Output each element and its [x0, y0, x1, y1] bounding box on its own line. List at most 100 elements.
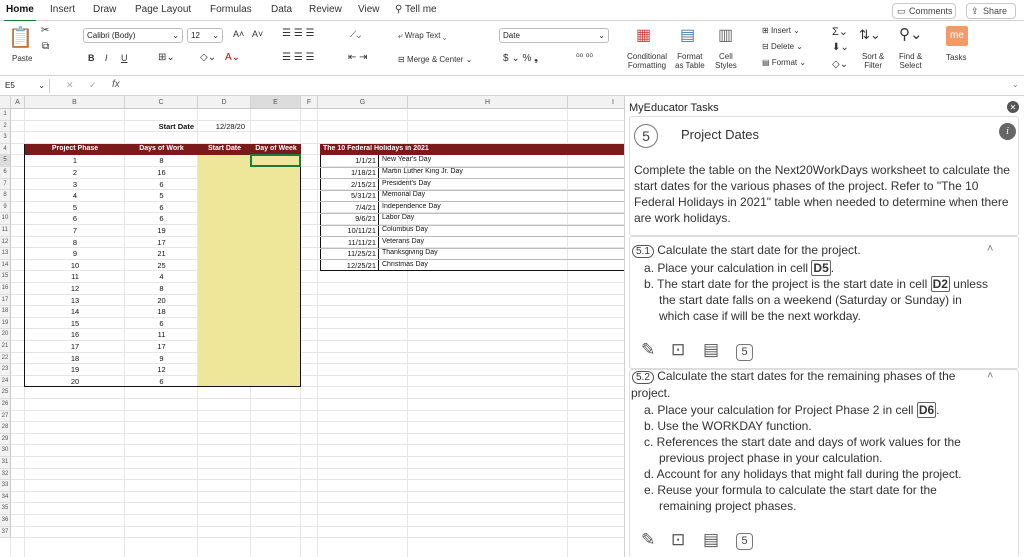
days-of-work[interactable]: 25 — [125, 261, 198, 270]
row-header[interactable]: 17 — [0, 294, 11, 307]
book-icon[interactable]: ▤ — [703, 530, 719, 550]
days-of-work[interactable]: 4 — [125, 272, 198, 281]
day-of-week-cell[interactable] — [251, 295, 301, 307]
start-date-cell[interactable] — [198, 341, 251, 353]
column-header[interactable]: G — [318, 96, 408, 109]
align-top-icon[interactable]: ☰ ☰ ☰ — [282, 28, 314, 39]
tab-review[interactable]: Review — [309, 4, 342, 15]
find-select-icon[interactable]: ⚲⌄ — [899, 25, 923, 43]
holiday-name[interactable]: Martin Luther King Jr. Day — [382, 168, 482, 175]
row-header[interactable]: 9 — [0, 201, 11, 214]
days-of-work[interactable]: 21 — [125, 249, 198, 258]
underline-button[interactable]: U — [121, 53, 128, 63]
holiday-name[interactable]: Columbus Day — [382, 226, 482, 233]
tab-view[interactable]: View — [358, 4, 380, 15]
start-date-cell[interactable] — [198, 364, 251, 376]
days-of-work[interactable]: 6 — [125, 377, 198, 386]
start-date-cell[interactable] — [198, 376, 251, 388]
row-header[interactable]: 25 — [0, 387, 11, 399]
book-icon[interactable]: ▤ — [703, 340, 719, 360]
tab-formulas[interactable]: Formulas — [210, 4, 252, 15]
days-of-work[interactable]: 6 — [125, 203, 198, 212]
start-date-cell[interactable] — [198, 225, 251, 237]
conditional-formatting-icon[interactable]: ▦ — [636, 25, 651, 45]
phase-number[interactable]: 7 — [25, 226, 125, 235]
start-date-cell[interactable] — [198, 329, 251, 341]
start-date-cell[interactable] — [198, 248, 251, 260]
day-of-week-cell[interactable] — [251, 202, 301, 214]
day-of-week-cell[interactable] — [251, 225, 301, 237]
tasks-label[interactable]: Tasks — [946, 53, 966, 62]
autosum-icon[interactable]: Σ⌄ — [832, 25, 848, 38]
phase-number[interactable]: 16 — [25, 330, 125, 339]
phase-number[interactable]: 18 — [25, 354, 125, 363]
day-of-week-cell[interactable] — [251, 353, 301, 365]
clear-icon[interactable]: ◇⌄ — [832, 59, 848, 70]
sort-filter-icon[interactable]: ⇅⌄ — [859, 27, 881, 43]
grow-font-icon[interactable]: A˄ — [233, 29, 244, 39]
days-of-work[interactable]: 12 — [125, 365, 198, 374]
row-header[interactable]: 29 — [0, 433, 11, 446]
row-header[interactable]: 32 — [0, 468, 11, 481]
task-5-1-title[interactable]: 5.1 Calculate the start date for the pro… — [632, 242, 992, 260]
row-header[interactable]: 5 — [0, 155, 11, 167]
day-of-week-cell[interactable] — [251, 260, 301, 272]
phase-number[interactable]: 17 — [25, 342, 125, 351]
borders-icon[interactable]: ⊞⌄ — [158, 52, 175, 63]
camera-icon[interactable]: ⊡ — [671, 340, 685, 360]
chevron-down-icon[interactable]: ⌄ — [1012, 80, 1019, 89]
row-header[interactable]: 24 — [0, 375, 11, 388]
column-header[interactable]: C — [125, 96, 198, 109]
row-header[interactable]: 16 — [0, 283, 11, 295]
start-date-cell[interactable] — [198, 353, 251, 365]
number-format-select[interactable]: Date ⌄ — [499, 28, 609, 43]
copy-icon[interactable]: ⧉ — [42, 41, 49, 52]
row-header[interactable]: 15 — [0, 271, 11, 283]
shrink-font-icon[interactable]: A˅ — [252, 29, 263, 39]
phase-number[interactable]: 2 — [25, 168, 125, 177]
phase-number[interactable]: 11 — [25, 272, 125, 281]
select-all-corner[interactable] — [0, 96, 11, 109]
share-button[interactable]: ⇪ Share — [966, 3, 1016, 19]
day-of-week-cell[interactable] — [251, 364, 301, 376]
cancel-icon[interactable]: ✕ — [66, 80, 74, 91]
column-header[interactable]: B — [25, 96, 125, 109]
day-of-week-cell[interactable] — [251, 190, 301, 202]
row-header[interactable]: 1 — [0, 109, 11, 121]
score-badge[interactable]: 5 — [736, 533, 753, 550]
row-header[interactable]: 19 — [0, 317, 11, 330]
days-of-work[interactable]: 17 — [125, 342, 198, 351]
day-of-week-cell[interactable] — [251, 167, 301, 179]
row-header[interactable]: 10 — [0, 213, 11, 225]
phase-number[interactable]: 19 — [25, 365, 125, 374]
font-color-icon[interactable]: A⌄ — [225, 52, 240, 63]
row-header[interactable]: 8 — [0, 190, 11, 202]
row-header[interactable]: 13 — [0, 248, 11, 260]
name-box[interactable]: E5 ⌄ — [2, 79, 50, 93]
spreadsheet-grid[interactable]: ABCDEFGHIJKL1234567891011121314151617181… — [0, 96, 624, 557]
row-header[interactable]: 11 — [0, 225, 11, 237]
table-header[interactable]: Days of Work — [125, 145, 198, 152]
holiday-date[interactable]: 11/25/21 — [320, 249, 376, 258]
chevron-up-icon[interactable]: ˄ — [987, 241, 993, 257]
tell-me[interactable]: ⚲ Tell me — [395, 4, 437, 15]
column-header[interactable]: I — [568, 96, 624, 109]
tab-draw[interactable]: Draw — [93, 4, 116, 15]
start-date-cell[interactable] — [198, 155, 251, 167]
font-name-select[interactable]: Calibri (Body) ⌄ — [83, 28, 183, 43]
start-date-cell[interactable] — [198, 237, 251, 249]
delete-cells-button[interactable]: ⊟ Delete ⌄ — [762, 42, 803, 51]
day-of-week-cell[interactable] — [251, 376, 301, 388]
start-date-cell[interactable] — [198, 318, 251, 330]
holiday-name[interactable]: Veterans Day — [382, 238, 482, 245]
tab-page-layout[interactable]: Page Layout — [135, 4, 191, 15]
holiday-name[interactable]: Memorial Day — [382, 191, 482, 198]
start-date-cell[interactable] — [198, 306, 251, 318]
day-of-week-cell[interactable] — [251, 213, 301, 225]
confirm-icon[interactable]: ✓ — [89, 80, 97, 91]
tab-home[interactable]: Home — [4, 4, 36, 23]
start-date-cell[interactable] — [198, 260, 251, 272]
task-5-2-title[interactable]: 5.2 Calculate the start dates for the re… — [632, 368, 982, 386]
merge-center-button[interactable]: ⊟ Merge & Center ⌄ — [398, 55, 472, 64]
days-of-work[interactable]: 6 — [125, 214, 198, 223]
